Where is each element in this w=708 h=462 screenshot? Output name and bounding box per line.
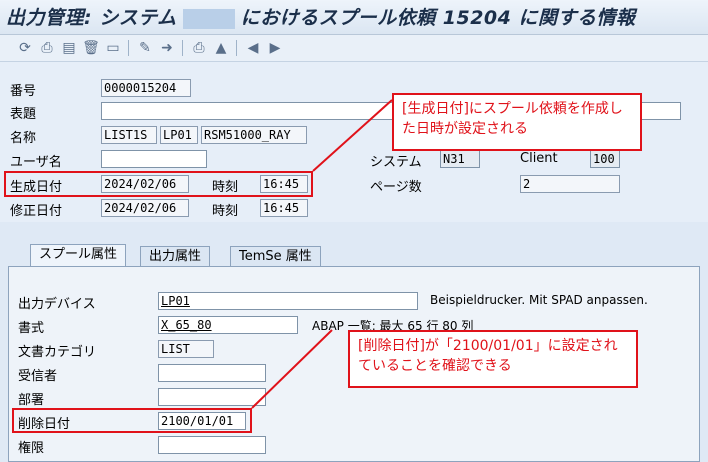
created-date-callout: [生成日付]にスプール依頼を作成した日時が設定される (392, 93, 642, 151)
callout-connectors (251, 99, 393, 409)
callout2-connector (251, 329, 333, 409)
callout1-connector (312, 99, 393, 172)
deletion-date-callout: [削除日付]が「2100/01/01」に設定されていることを確認できる (348, 330, 638, 388)
